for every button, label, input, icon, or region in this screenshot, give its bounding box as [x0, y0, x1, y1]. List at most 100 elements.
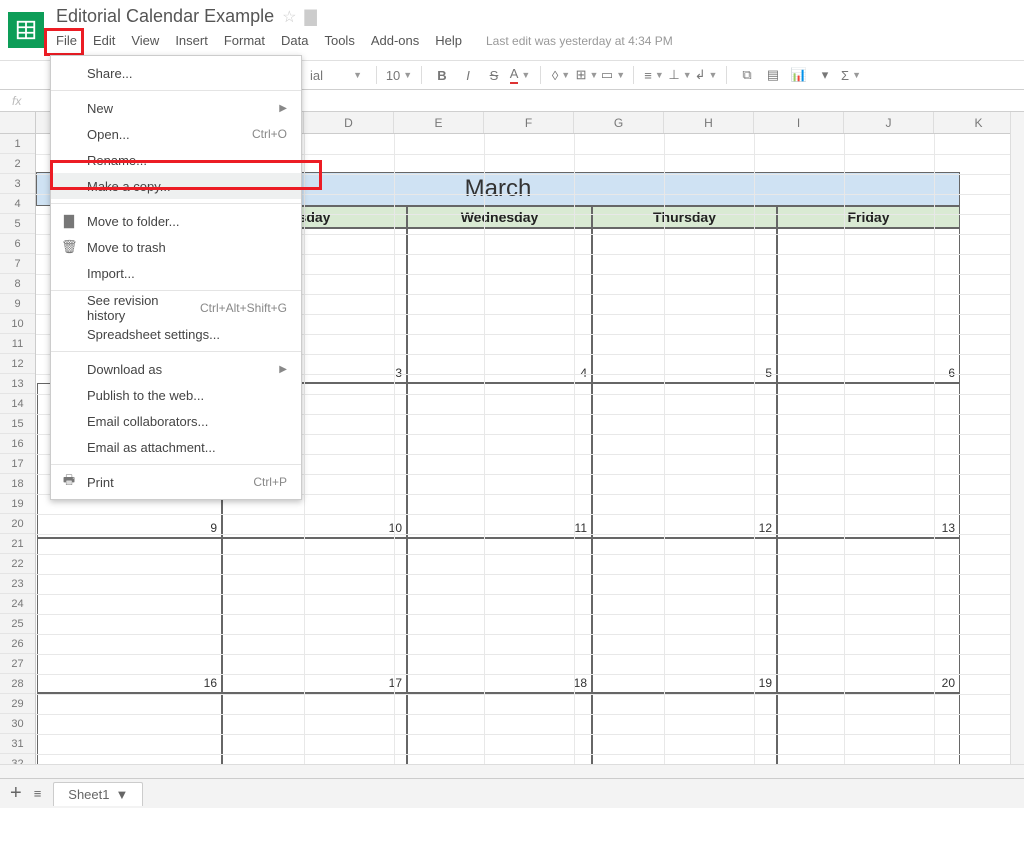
row-header[interactable]: 5	[0, 214, 35, 234]
calendar-date: 20	[942, 676, 955, 690]
horizontal-scrollbar[interactable]	[0, 764, 1024, 778]
menu-item-publish[interactable]: Publish to the web...	[51, 382, 301, 408]
vertical-scrollbar[interactable]	[1010, 112, 1024, 808]
row-header[interactable]: 19	[0, 494, 35, 514]
col-header[interactable]: D	[304, 112, 394, 133]
calendar-cell[interactable]: 5	[592, 228, 777, 383]
bold-button[interactable]: B	[432, 65, 452, 85]
row-header[interactable]: 18	[0, 474, 35, 494]
row-header[interactable]: 10	[0, 314, 35, 334]
font-size-select[interactable]: 10▼	[387, 68, 411, 83]
link-button[interactable]: ⧉	[737, 65, 757, 85]
all-sheets-button[interactable]: ≡	[34, 786, 42, 801]
row-header[interactable]: 22	[0, 554, 35, 574]
filter-button[interactable]: ▾	[815, 65, 835, 85]
menu-item-move-trash[interactable]: 🗑Move to trash	[51, 234, 301, 260]
row-header[interactable]: 12	[0, 354, 35, 374]
menu-format[interactable]: Format	[224, 33, 265, 48]
row-header[interactable]: 9	[0, 294, 35, 314]
row-header[interactable]: 11	[0, 334, 35, 354]
menu-help[interactable]: Help	[435, 33, 462, 48]
col-header[interactable]: J	[844, 112, 934, 133]
row-header[interactable]: 26	[0, 634, 35, 654]
row-header[interactable]: 25	[0, 614, 35, 634]
row-header[interactable]: 14	[0, 394, 35, 414]
halign-button[interactable]: ≡▼	[644, 65, 664, 85]
row-header[interactable]: 16	[0, 434, 35, 454]
row-header[interactable]: 13	[0, 374, 35, 394]
menu-item-email-collab[interactable]: Email collaborators...	[51, 408, 301, 434]
menu-item-download[interactable]: Download as▶	[51, 356, 301, 382]
col-header[interactable]: I	[754, 112, 844, 133]
row-header[interactable]: 7	[0, 254, 35, 274]
menu-item-make-copy[interactable]: Make a copy...	[51, 173, 301, 199]
app-logo-icon[interactable]	[8, 12, 44, 48]
font-name-text: ial	[310, 68, 323, 83]
star-icon[interactable]: ☆	[282, 7, 296, 27]
row-header[interactable]: 27	[0, 654, 35, 674]
menu-item-share[interactable]: Share...	[51, 60, 301, 86]
row-header[interactable]: 21	[0, 534, 35, 554]
calendar-cell[interactable]: 19	[592, 538, 777, 693]
comment-button[interactable]: ▤	[763, 65, 783, 85]
row-header[interactable]: 24	[0, 594, 35, 614]
menu-item-revision[interactable]: See revision historyCtrl+Alt+Shift+G	[51, 295, 301, 321]
calendar-cell[interactable]: 16	[37, 538, 222, 693]
text-color-button[interactable]: A▼	[510, 65, 530, 85]
italic-button[interactable]: I	[458, 65, 478, 85]
row-header[interactable]: 2	[0, 154, 35, 174]
menu-item-label: Import...	[87, 266, 135, 281]
row-header[interactable]: 17	[0, 454, 35, 474]
menu-item-email-attach[interactable]: Email as attachment...	[51, 434, 301, 460]
menu-view[interactable]: View	[131, 33, 159, 48]
row-header[interactable]: 23	[0, 574, 35, 594]
font-name-select[interactable]: ial▼	[306, 68, 366, 83]
calendar-header-thursday: Thursday	[592, 206, 777, 228]
row-header[interactable]: 8	[0, 274, 35, 294]
row-header[interactable]: 30	[0, 714, 35, 734]
calendar-cell[interactable]: 4	[407, 228, 592, 383]
menu-data[interactable]: Data	[281, 33, 308, 48]
menu-item-open[interactable]: Open...Ctrl+O	[51, 121, 301, 147]
sheet-tab[interactable]: Sheet1▼	[53, 782, 143, 806]
menu-insert[interactable]: Insert	[175, 33, 208, 48]
chart-button[interactable]: 📊	[789, 65, 809, 85]
row-header[interactable]: 28	[0, 674, 35, 694]
menu-item-new[interactable]: New▶	[51, 95, 301, 121]
row-header[interactable]: 20	[0, 514, 35, 534]
calendar-cell[interactable]: 20	[777, 538, 960, 693]
menu-item-label: Move to folder...	[87, 214, 180, 229]
menu-edit[interactable]: Edit	[93, 33, 115, 48]
valign-button[interactable]: ⊥▼	[670, 65, 690, 85]
menu-item-move-folder[interactable]: ▇Move to folder...	[51, 208, 301, 234]
menu-item-print[interactable]: 🖶PrintCtrl+P	[51, 469, 301, 495]
strike-button[interactable]: S	[484, 65, 504, 85]
document-title[interactable]: Editorial Calendar Example	[56, 6, 274, 27]
folder-icon[interactable]: ▇	[304, 7, 316, 27]
menu-item-rename[interactable]: Rename...	[51, 147, 301, 173]
col-header[interactable]: E	[394, 112, 484, 133]
merge-button[interactable]: ▭▼	[603, 65, 623, 85]
borders-button[interactable]: ⊞▼	[577, 65, 597, 85]
col-header[interactable]: F	[484, 112, 574, 133]
row-header[interactable]: 15	[0, 414, 35, 434]
calendar-cell[interactable]: 18	[407, 538, 592, 693]
col-header[interactable]: H	[664, 112, 754, 133]
row-header[interactable]: 31	[0, 734, 35, 754]
row-header[interactable]: 29	[0, 694, 35, 714]
row-header[interactable]: 1	[0, 134, 35, 154]
row-header[interactable]: 6	[0, 234, 35, 254]
functions-button[interactable]: Σ▼	[841, 65, 861, 85]
calendar-cell[interactable]: 17	[222, 538, 407, 693]
add-sheet-button[interactable]: +	[10, 782, 22, 805]
row-header[interactable]: 4	[0, 194, 35, 214]
fill-color-button[interactable]: ◊▼	[551, 65, 571, 85]
menu-addons[interactable]: Add-ons	[371, 33, 419, 48]
col-header[interactable]: G	[574, 112, 664, 133]
row-header[interactable]: 3	[0, 174, 35, 194]
calendar-cell[interactable]: 6	[777, 228, 960, 383]
wrap-button[interactable]: ↲▼	[696, 65, 716, 85]
menu-tools[interactable]: Tools	[324, 33, 354, 48]
menu-item-import[interactable]: Import...	[51, 260, 301, 286]
menu-item-settings[interactable]: Spreadsheet settings...	[51, 321, 301, 347]
